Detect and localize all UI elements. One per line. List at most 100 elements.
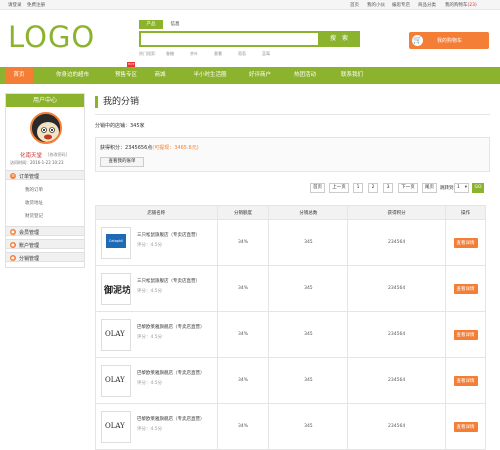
register-link[interactable]: 免费注册 bbox=[27, 2, 45, 8]
hot-term[interactable]: 葡萄 bbox=[238, 51, 246, 57]
store-name[interactable]: 三只松鼠旗舰店（专卖店直营） bbox=[137, 232, 200, 238]
store-rating: 评分：4.5分 bbox=[137, 289, 163, 294]
page-next-button[interactable]: 下一页 bbox=[398, 183, 418, 193]
brand-logo-text: 御泥坊 bbox=[104, 286, 131, 296]
hot-term[interactable]: 番薯 bbox=[214, 51, 222, 57]
product-image[interactable]: OLAY bbox=[101, 365, 131, 397]
nav-item-contact[interactable]: 联系我们 bbox=[332, 67, 372, 84]
sidebar-item-register[interactable]: 财货登记 bbox=[25, 213, 43, 219]
cart-icon: 🛒 bbox=[412, 35, 423, 46]
top-bar: 请登录 免费注册 首页 我的小伙 编思专店 商品分类 我的购物车(23) bbox=[0, 0, 500, 10]
withdraw-amount: (可提现：3465.6元) bbox=[152, 145, 199, 151]
product-image[interactable]: Cetaphil bbox=[101, 227, 131, 259]
page-number[interactable]: 3 bbox=[383, 183, 393, 193]
page-title: 我的分销 bbox=[103, 97, 140, 107]
view-details-button[interactable]: 查看详情 bbox=[453, 375, 478, 386]
search-tab-product[interactable]: 产品 bbox=[139, 20, 163, 29]
page-last-button[interactable]: 尾页 bbox=[422, 183, 437, 193]
table-row: 御泥坊 三只松鼠旗舰店（专卖店直营） 评分：4.5分 34% 345 23456… bbox=[95, 265, 486, 312]
edit-profile-link[interactable]: [修改密码] bbox=[48, 152, 67, 158]
store-name[interactable]: 巴黎欧莱雅旗舰店（专卖店直营） bbox=[137, 324, 205, 330]
nav-item-presale[interactable]: 预售专区 bbox=[104, 67, 148, 84]
store-name[interactable]: 巴黎欧莱雅旗舰店（专卖店直营） bbox=[137, 370, 205, 376]
action-cell: 查看详情 bbox=[445, 219, 486, 266]
avatar[interactable] bbox=[30, 112, 62, 144]
rate-cell: 34% bbox=[216, 403, 270, 450]
points-cell: 234564 bbox=[347, 357, 447, 404]
page-prev-button[interactable]: 上一页 bbox=[329, 183, 349, 193]
table-header-row: 店铺名称 分销额度 分销总数 获得积分 操作 bbox=[95, 205, 486, 220]
page-number[interactable]: 2 bbox=[368, 183, 378, 193]
cart-button[interactable]: 🛒 我的购物车 bbox=[409, 32, 489, 49]
view-details-button[interactable]: 查看详情 bbox=[453, 237, 478, 248]
col-header: 获得积分 bbox=[347, 205, 447, 220]
sidebar-section-member[interactable]: ● 会员管理 bbox=[6, 226, 84, 236]
user-sidebar: 用户中心 化南天堂 [修改密码] 访问时间：2016-1-23 10:23 ☰ … bbox=[5, 93, 85, 268]
nav-item-mall[interactable]: 商城 bbox=[148, 67, 172, 84]
product-image[interactable]: 御泥坊 bbox=[101, 273, 131, 305]
hot-term[interactable]: 茶叶 bbox=[190, 51, 198, 57]
page-first-button[interactable]: 首页 bbox=[310, 183, 325, 193]
page-select[interactable]: 1 ▾ bbox=[454, 183, 469, 193]
points-cell: 234564 bbox=[347, 311, 447, 358]
search-input[interactable] bbox=[139, 31, 320, 47]
last-visit-time: 访问时间：2016-1-23 10:23 bbox=[10, 160, 64, 165]
table-row: OLAY 巴黎欧莱雅旗舰店（专卖店直营） 评分：4.5分 34% 345 234… bbox=[95, 311, 486, 358]
store-cell: OLAY 巴黎欧莱雅旗舰店（专卖店直营） 评分：4.5分 bbox=[95, 403, 218, 450]
search-tab-info[interactable]: 信息 bbox=[163, 20, 187, 29]
points-panel: 获得积分：2345656点(可提现：3465.6元) 查看我的账单 bbox=[95, 137, 490, 172]
table-row: OLAY 巴黎欧莱雅旗舰店（专卖店直营） 评分：4.5分 34% 345 234… bbox=[95, 357, 486, 404]
points-label: 获得积分： bbox=[100, 145, 126, 151]
site-logo[interactable]: LOGO bbox=[8, 20, 95, 54]
view-details-button[interactable]: 查看详情 bbox=[453, 421, 478, 432]
sidebar-section-distribution[interactable]: ● 分销管理 bbox=[6, 252, 84, 262]
rate-cell: 34% bbox=[216, 311, 270, 358]
table-row: Cetaphil 三只松鼠旗舰店（专卖店直营） 评分：4.5分 34% 345 … bbox=[95, 219, 486, 266]
hot-search-label: 热门搜索: bbox=[139, 51, 157, 56]
count-cell: 345 bbox=[268, 219, 349, 266]
cart-label: 我的购物车 bbox=[437, 38, 463, 44]
page-go-button[interactable]: GO bbox=[472, 183, 484, 193]
section-label: 会员管理 bbox=[19, 230, 40, 236]
sidebar-section-orders[interactable]: ☰ 订单管理 bbox=[6, 170, 84, 180]
store-name[interactable]: 巴黎欧莱雅旗舰店（专卖店直营） bbox=[137, 416, 205, 422]
divider bbox=[95, 114, 490, 115]
my-shop-link[interactable]: 我的小伙 bbox=[367, 2, 385, 8]
sidebar-section-account[interactable]: ● 账户管理 bbox=[6, 239, 84, 249]
nav-item-life-circle[interactable]: 半小时生活圈 bbox=[180, 67, 240, 84]
distribution-icon: ● bbox=[10, 255, 16, 261]
points-cell: 234564 bbox=[347, 265, 447, 312]
view-details-button[interactable]: 查看详情 bbox=[453, 329, 478, 340]
brand-logo-text: OLAY bbox=[105, 330, 125, 338]
count-cell: 345 bbox=[268, 357, 349, 404]
store-name[interactable]: 三只松鼠旗舰店（专卖店直营） bbox=[137, 278, 200, 284]
search-button[interactable]: 搜 索 bbox=[320, 31, 360, 47]
order-icon: ☰ bbox=[10, 173, 16, 179]
nav-item-home[interactable]: 首页 bbox=[5, 67, 33, 84]
page-number[interactable]: 1 bbox=[353, 183, 363, 193]
category-link[interactable]: 商品分类 bbox=[418, 2, 436, 8]
section-label: 分销管理 bbox=[19, 256, 40, 262]
nav-item-good-merchants[interactable]: 好评商户 bbox=[240, 67, 280, 84]
nav-item-group-activity[interactable]: 热团活动 bbox=[285, 67, 325, 84]
rate-cell: 34% bbox=[216, 265, 270, 312]
nav-item-supermarket[interactable]: 你身边的超市 bbox=[40, 67, 105, 84]
sidebar-item-address[interactable]: 收货地址 bbox=[25, 200, 43, 206]
brand-logo-text: OLAY bbox=[105, 422, 125, 430]
brand-logo-text: OLAY bbox=[105, 376, 125, 384]
login-link[interactable]: 请登录 bbox=[8, 2, 22, 8]
store-rating: 评分：4.5分 bbox=[137, 335, 163, 340]
my-store-link[interactable]: 编思专店 bbox=[392, 2, 410, 8]
my-cart-link[interactable]: 我的购物车(23) bbox=[445, 2, 477, 8]
hot-term[interactable]: 鲁糖 bbox=[166, 51, 174, 57]
top-home-link[interactable]: 首页 bbox=[350, 2, 359, 8]
hot-term[interactable]: 蓝莓 bbox=[262, 51, 270, 57]
product-image[interactable]: OLAY bbox=[101, 319, 131, 351]
points-cell: 234564 bbox=[347, 403, 447, 450]
store-cell: OLAY 巴黎欧莱雅旗舰店（专卖店直营） 评分：4.5分 bbox=[95, 311, 218, 358]
view-bill-button[interactable]: 查看我的账单 bbox=[100, 157, 144, 167]
sidebar-item-my-orders[interactable]: 我的订单 bbox=[25, 187, 43, 193]
store-rating: 评分：4.5分 bbox=[137, 381, 163, 386]
view-details-button[interactable]: 查看详情 bbox=[453, 283, 478, 294]
section-label: 账户管理 bbox=[19, 243, 40, 249]
